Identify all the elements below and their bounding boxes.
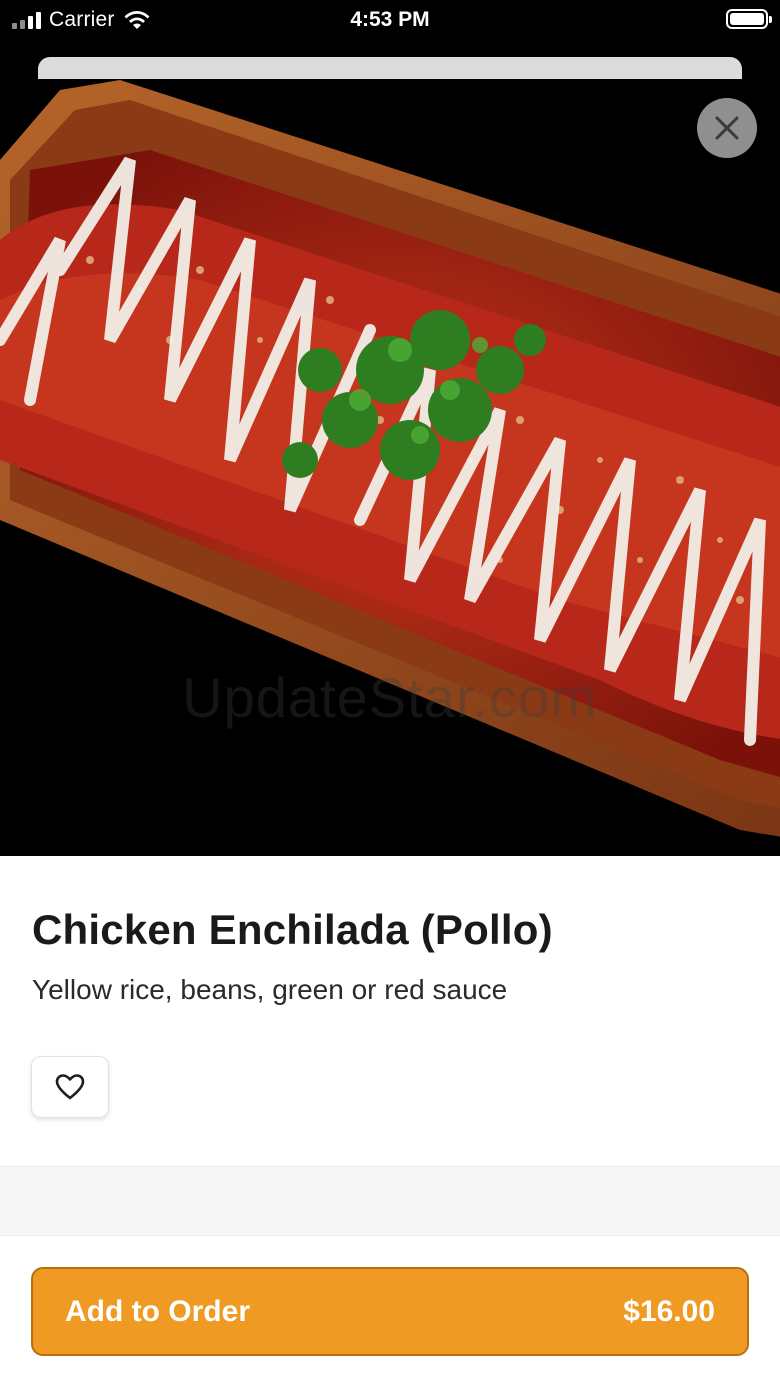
- status-time: 4:53 PM: [350, 8, 430, 31]
- item-title: Chicken Enchilada (Pollo): [32, 906, 553, 953]
- close-button[interactable]: [697, 98, 757, 158]
- add-to-order-label: Add to Order: [65, 1294, 250, 1328]
- footer: Add to Order $16.00: [0, 1236, 780, 1387]
- screen: Carrier 4:53 PM UpdateStar.com Chicken E…: [0, 0, 780, 1387]
- sheet-handle[interactable]: [38, 57, 742, 79]
- section-divider: [0, 1166, 780, 1236]
- item-info: Chicken Enchilada (Pollo) Yellow rice, b…: [0, 856, 780, 1166]
- watermark: UpdateStar.com: [182, 666, 598, 729]
- close-icon: [715, 116, 739, 140]
- favorite-button[interactable]: [31, 1056, 109, 1118]
- food-image: [0, 80, 780, 837]
- add-to-order-button[interactable]: Add to Order $16.00: [31, 1267, 749, 1356]
- heart-icon: [55, 1074, 85, 1100]
- hero-image-area: UpdateStar.com: [0, 40, 780, 856]
- order-price: $16.00: [623, 1294, 715, 1328]
- item-description: Yellow rice, beans, green or red sauce: [32, 974, 508, 1005]
- status-bar: Carrier 4:53 PM: [0, 0, 780, 40]
- battery-icon: [726, 9, 772, 29]
